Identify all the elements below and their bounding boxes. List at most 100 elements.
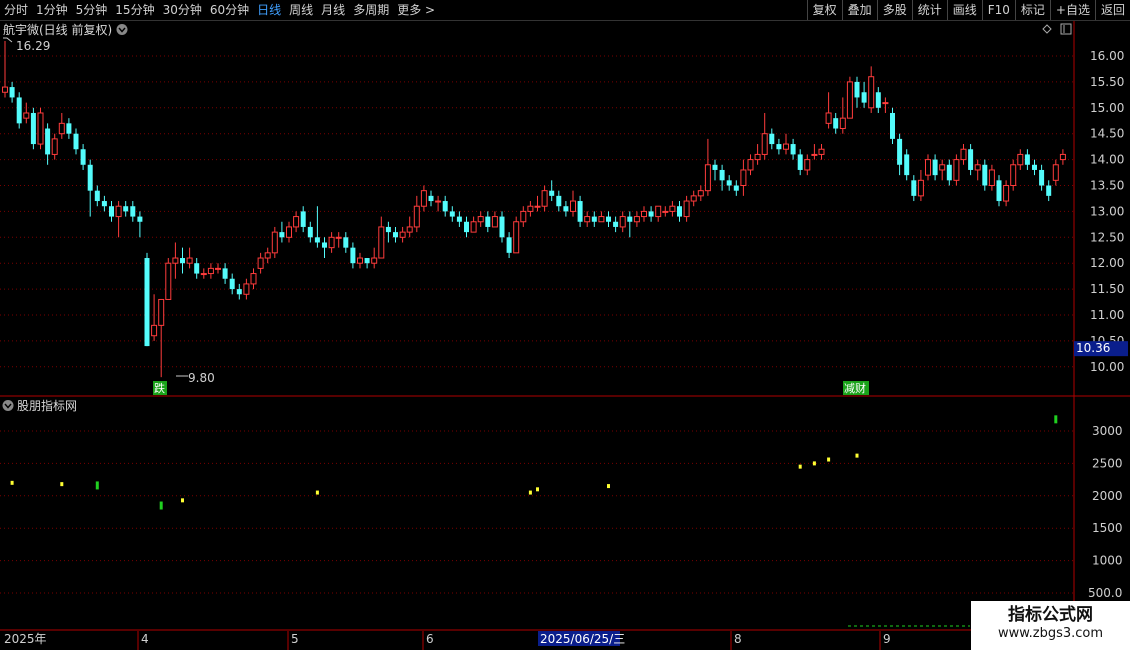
indicator-mark bbox=[536, 487, 539, 492]
current-price-label: 10.36 bbox=[1076, 341, 1110, 355]
indicator-tick: 2500 bbox=[1092, 456, 1123, 470]
candle-body bbox=[371, 257, 378, 264]
indicator-mark bbox=[812, 461, 816, 466]
candle-body bbox=[51, 138, 58, 155]
candle-body bbox=[1059, 153, 1066, 161]
candle-body bbox=[627, 216, 633, 222]
candle-body bbox=[250, 273, 257, 285]
candle-body bbox=[733, 185, 739, 191]
stock-chart[interactable]: 航宇微(日线 前复权) 16.00 15.50 15.00 14.50 14.0… bbox=[0, 0, 1130, 650]
chevron-down-icon[interactable] bbox=[116, 24, 128, 35]
candle-body bbox=[1017, 153, 1024, 166]
watermark: 指标公式网 www.zbgs3.com bbox=[971, 601, 1130, 650]
candle-body bbox=[1046, 185, 1052, 196]
candle-body bbox=[875, 92, 881, 108]
candle-body bbox=[690, 195, 697, 202]
candle-body bbox=[704, 164, 711, 192]
candle-body bbox=[464, 221, 469, 233]
diamond-icon[interactable] bbox=[1042, 24, 1052, 34]
candle-body bbox=[101, 201, 107, 207]
candle-body bbox=[364, 258, 370, 264]
candle-body bbox=[925, 159, 931, 176]
candle-body bbox=[300, 211, 306, 227]
indicator-mark bbox=[181, 498, 184, 503]
date-label-apr: 4 bbox=[141, 632, 149, 646]
candle-body bbox=[754, 153, 761, 161]
candle-body bbox=[584, 216, 591, 223]
candle-body bbox=[996, 180, 1002, 202]
candle-body bbox=[137, 216, 143, 222]
indicator-tick: 1500 bbox=[1092, 521, 1123, 535]
indicator-panel-title: 股朋指标网 bbox=[17, 398, 77, 413]
candle-body bbox=[87, 164, 93, 191]
candle-body bbox=[186, 257, 193, 264]
candle-body bbox=[541, 190, 548, 207]
candle-body bbox=[456, 216, 462, 222]
candle-body bbox=[726, 180, 732, 186]
candle-body bbox=[80, 149, 86, 165]
indicator-mark bbox=[528, 490, 532, 495]
candle-body bbox=[435, 200, 442, 203]
indicator-tick-labels: 3000 2500 2000 1500 1000 500.0 bbox=[1088, 424, 1123, 600]
candle-body bbox=[420, 190, 427, 207]
price-tick: 12.00 bbox=[1090, 256, 1124, 270]
candle-body bbox=[30, 112, 36, 145]
candle-body bbox=[655, 205, 662, 218]
candle-body bbox=[200, 273, 207, 276]
indicator-mark bbox=[95, 481, 99, 490]
candle-body bbox=[58, 122, 65, 135]
indicator-tick: 500.0 bbox=[1088, 586, 1122, 600]
candle-body bbox=[619, 216, 626, 228]
candle-body bbox=[1024, 154, 1030, 165]
candle-body bbox=[180, 258, 185, 264]
candle-body bbox=[740, 169, 747, 187]
indicator-mark bbox=[315, 490, 319, 495]
price-tick: 11.00 bbox=[1090, 308, 1124, 322]
candle-body bbox=[776, 144, 782, 150]
candle-body bbox=[911, 180, 917, 196]
date-label-aug: 8 bbox=[734, 632, 742, 646]
candle-body bbox=[115, 205, 122, 218]
candle-body bbox=[151, 324, 158, 337]
price-tick: 11.50 bbox=[1090, 282, 1124, 296]
candle-body bbox=[45, 128, 51, 155]
candle-body bbox=[399, 231, 406, 238]
candle-body bbox=[194, 263, 200, 274]
candle-body bbox=[144, 258, 150, 347]
high-price-label: 16.29 bbox=[16, 39, 50, 53]
candle-body bbox=[577, 201, 583, 222]
candle-body bbox=[606, 216, 611, 222]
candle-body bbox=[1003, 185, 1010, 202]
candle-body bbox=[491, 216, 498, 228]
candle-body bbox=[917, 179, 924, 197]
candle-body bbox=[662, 210, 669, 213]
candle-body bbox=[939, 164, 946, 171]
event-marker-drop-label: 跌 bbox=[154, 381, 165, 395]
price-tick: 14.50 bbox=[1090, 127, 1124, 141]
candle-body bbox=[477, 216, 484, 223]
indicator-tick: 2000 bbox=[1092, 489, 1123, 503]
price-tick-labels: 16.00 15.50 15.00 14.50 14.00 13.50 13.0… bbox=[1090, 49, 1124, 374]
candle-body bbox=[449, 211, 455, 217]
candle-body bbox=[591, 216, 597, 222]
watermark-title: 指标公式网 bbox=[1008, 605, 1093, 625]
candle-body bbox=[570, 200, 576, 212]
candle-body bbox=[968, 149, 974, 170]
candle-body bbox=[846, 81, 853, 119]
candle-body bbox=[854, 81, 860, 98]
candle-body bbox=[1052, 164, 1059, 181]
candle-body bbox=[520, 210, 527, 223]
panel-toggle-icon[interactable] bbox=[1060, 23, 1072, 35]
candle-body bbox=[73, 133, 79, 150]
date-label-may: 5 bbox=[291, 632, 299, 646]
price-tick: 15.00 bbox=[1090, 101, 1124, 115]
candle-body bbox=[385, 226, 391, 233]
candle-body bbox=[328, 236, 335, 249]
candle-body bbox=[613, 221, 619, 227]
indicator-mark bbox=[1054, 415, 1058, 424]
chevron-down-icon[interactable] bbox=[2, 400, 14, 411]
indicator-mark bbox=[607, 484, 610, 489]
candle-body bbox=[988, 169, 995, 187]
price-tick: 12.50 bbox=[1090, 230, 1124, 244]
candle-body bbox=[23, 112, 30, 119]
